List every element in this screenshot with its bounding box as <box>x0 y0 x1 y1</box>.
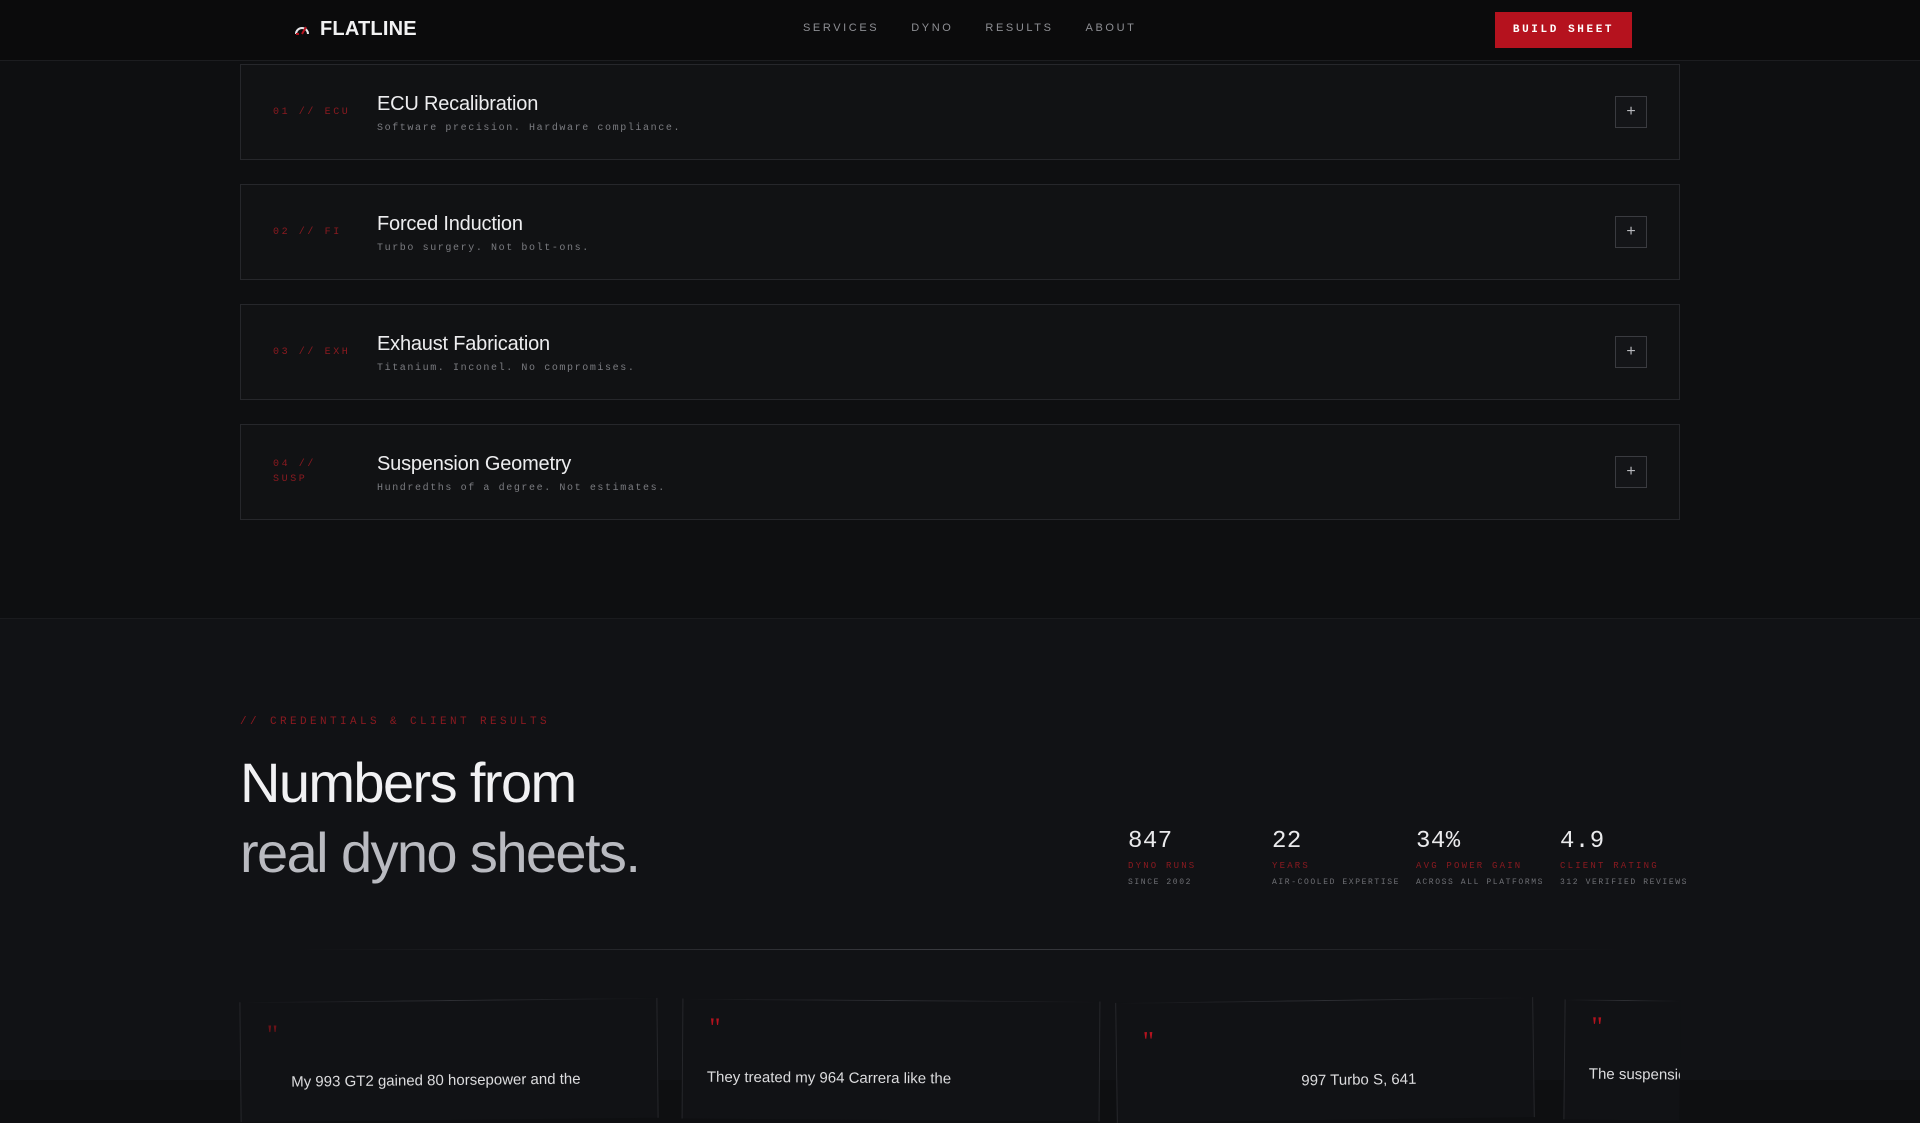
top-nav: FLATLINE SERVICES DYNO RESULTS ABOUT BUI… <box>0 0 1920 61</box>
stat-label: AVG POWER GAIN <box>1416 861 1523 871</box>
stat-label: DYNO RUNS <box>1128 861 1197 871</box>
service-subtitle: Software precision. Hardware compliance. <box>377 123 682 134</box>
testimonial-text: They treated my 964 Carrera like the <box>706 1068 952 1088</box>
stat-sub: SINCE 2002 <box>1128 878 1193 887</box>
service-subtitle: Titanium. Inconel. No compromises. <box>377 363 636 374</box>
service-code: 03 // EXH <box>273 347 351 358</box>
stat-sub: ACROSS ALL PLATFORMS <box>1416 878 1545 887</box>
service-row-exhaust[interactable]: 03 // EXH Exhaust Fabrication Titanium. … <box>240 304 1680 400</box>
build-sheet-button[interactable]: BUILD SHEET <box>1495 12 1632 48</box>
nav-link-about[interactable]: ABOUT <box>1086 22 1137 34</box>
nav-link-results[interactable]: RESULTS <box>985 22 1053 34</box>
nav-link-services[interactable]: SERVICES <box>803 22 879 34</box>
expand-icon[interactable]: + <box>1615 456 1647 488</box>
stat-value: 847 <box>1128 828 1173 855</box>
testimonial-card: " The suspension <box>1563 999 1681 1121</box>
service-title: Suspension Geometry <box>377 453 572 475</box>
headline-line2: real dyno sheets. <box>240 821 641 884</box>
quote-icon: " <box>1142 1026 1155 1058</box>
quote-icon: " <box>266 1019 279 1051</box>
stat-power-gain: 34% AVG POWER GAIN ACROSS ALL PLATFORMS <box>1416 828 1560 887</box>
testimonial-card: " They treated my 964 Carrera like the <box>681 998 1101 1122</box>
testimonial-text: My 993 GT2 gained 80 horsepower and the <box>291 1070 581 1091</box>
brand-name: FLATLINE <box>320 18 417 40</box>
horizontal-divider <box>300 949 1620 950</box>
headline-line1: Numbers from <box>240 751 577 814</box>
speedometer-icon <box>295 26 309 35</box>
stat-label: YEARS <box>1272 861 1311 871</box>
service-row-suspension[interactable]: 04 // SUSP Suspension Geometry Hundredth… <box>240 424 1680 520</box>
stat-sub: AIR-COOLED EXPERTISE <box>1272 878 1401 887</box>
brand-logo[interactable]: FLATLINE <box>294 18 417 41</box>
testimonial-card: " 997 Turbo S, 641 <box>1115 997 1535 1123</box>
service-row-forced-induction[interactable]: 02 // FI Forced Induction Turbo surgery.… <box>240 184 1680 280</box>
expand-icon[interactable]: + <box>1615 336 1647 368</box>
service-code-line2: SUSP <box>273 474 308 485</box>
stat-value: 22 <box>1272 828 1302 855</box>
stats-row: 847 DYNO RUNS SINCE 2002 22 YEARS AIR-CO… <box>1128 828 1704 887</box>
service-code-line1: 04 // <box>273 459 317 470</box>
stat-client-rating: 4.9 CLIENT RATING 312 VERIFIED REVIEWS <box>1560 828 1704 887</box>
expand-icon[interactable]: + <box>1615 96 1647 128</box>
service-row-ecu[interactable]: 01 // ECU ECU Recalibration Software pre… <box>240 64 1680 160</box>
service-title: Forced Induction <box>377 213 523 235</box>
service-subtitle: Turbo surgery. Not bolt-ons. <box>377 243 590 254</box>
quote-icon: " <box>1591 1011 1603 1043</box>
stat-label: CLIENT RATING <box>1560 861 1659 871</box>
nav-links: SERVICES DYNO RESULTS ABOUT <box>803 22 1168 34</box>
quote-icon: " <box>709 1012 721 1044</box>
nav-link-dyno[interactable]: DYNO <box>911 22 953 34</box>
testimonial-card: " My 993 GT2 gained 80 horsepower and th… <box>239 997 659 1123</box>
section-eyebrow: // CREDENTIALS & CLIENT RESULTS <box>240 716 551 728</box>
section-headline: Numbers from real dyno sheets. <box>240 748 641 888</box>
service-code: 04 // SUSP <box>273 457 363 487</box>
stat-sub: 312 VERIFIED REVIEWS <box>1560 878 1689 887</box>
service-code: 02 // FI <box>273 227 342 238</box>
service-title: ECU Recalibration <box>377 93 539 115</box>
testimonial-text: 997 Turbo S, 641 <box>1301 1070 1417 1090</box>
service-title: Exhaust Fabrication <box>377 333 550 355</box>
stat-dyno-runs: 847 DYNO RUNS SINCE 2002 <box>1128 828 1272 887</box>
testimonial-text: The suspension <box>1588 1065 1681 1084</box>
stat-value: 4.9 <box>1560 828 1605 855</box>
services-accordion: 01 // ECU ECU Recalibration Software pre… <box>240 64 1680 544</box>
expand-icon[interactable]: + <box>1615 216 1647 248</box>
stat-years: 22 YEARS AIR-COOLED EXPERTISE <box>1272 828 1416 887</box>
stat-value: 34% <box>1416 828 1461 855</box>
service-subtitle: Hundredths of a degree. Not estimates. <box>377 483 666 494</box>
service-code: 01 // ECU <box>273 107 351 118</box>
